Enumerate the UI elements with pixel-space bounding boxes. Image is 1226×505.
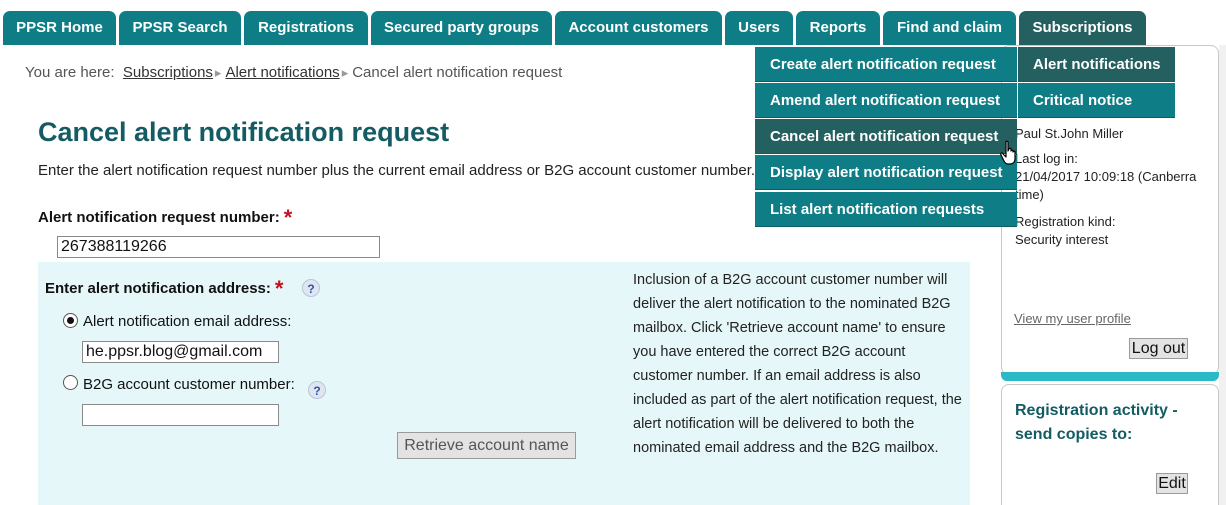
registration-activity-heading: Registration activity - send copies to:	[1015, 402, 1178, 443]
tab-ppsr-home[interactable]: PPSR Home	[3, 11, 116, 45]
tab-ppsr-search[interactable]: PPSR Search	[119, 11, 241, 45]
tab-reports[interactable]: Reports	[796, 11, 880, 45]
scrollbar[interactable]	[1219, 45, 1226, 505]
email-address-input[interactable]	[82, 341, 279, 363]
question-mark-icon[interactable]: ?	[302, 279, 320, 297]
menu-item-amend-alert-request[interactable]: Amend alert notification request	[755, 83, 1017, 118]
tab-registrations[interactable]: Registrations	[244, 11, 368, 45]
request-number-input[interactable]	[57, 236, 380, 258]
tab-find-and-claim[interactable]: Find and claim	[883, 11, 1016, 45]
tab-account-customers[interactable]: Account customers	[555, 11, 722, 45]
b2g-customer-number-radio[interactable]	[63, 375, 78, 390]
retrieve-account-name-button[interactable]: Retrieve account name	[397, 432, 576, 459]
view-user-profile-link[interactable]: View my user profile	[1014, 311, 1131, 326]
alert-address-label: Enter alert notification address: *	[45, 276, 284, 301]
user-name: Paul St.John Miller	[1015, 126, 1124, 141]
b2g-info-text: Inclusion of a B2G account customer numb…	[633, 272, 962, 456]
required-marker: *	[274, 276, 284, 301]
menu-item-cancel-alert-request[interactable]: Cancel alert notification request	[755, 119, 1017, 154]
user-panel-footer	[1001, 372, 1219, 381]
menu-item-critical-notice[interactable]: Critical notice	[1018, 83, 1175, 118]
b2g-customer-number-input[interactable]	[82, 404, 279, 426]
email-address-radio[interactable]	[63, 313, 78, 328]
required-marker: *	[283, 205, 293, 230]
intro-text: Enter the alert notification request num…	[38, 162, 756, 179]
b2g-customer-number-label: B2G account customer number:	[83, 376, 295, 393]
tab-users[interactable]: Users	[725, 11, 793, 45]
breadcrumb-prefix: You are here:	[25, 64, 115, 81]
registration-kind-label: Registration kind:	[1015, 214, 1116, 229]
page-title: Cancel alert notification request	[38, 117, 450, 147]
hand-pointer-icon	[1000, 140, 1016, 165]
breadcrumb-current: Cancel alert notification request	[352, 64, 563, 81]
menu-item-list-alert-requests[interactable]: List alert notification requests	[755, 192, 1017, 227]
breadcrumb-subscriptions-link[interactable]: Subscriptions	[123, 64, 213, 81]
last-login-value: 21/04/2017 10:09:18 (Canberra time)	[1015, 169, 1197, 202]
tab-subscriptions[interactable]: Subscriptions	[1019, 11, 1146, 45]
question-mark-icon[interactable]: ?	[308, 381, 326, 399]
registration-kind-value: Security interest	[1015, 232, 1109, 247]
menu-item-display-alert-request[interactable]: Display alert notification request	[755, 155, 1017, 190]
edit-button[interactable]: Edit	[1156, 473, 1188, 494]
email-address-label: Alert notification email address:	[83, 313, 292, 330]
menu-item-create-alert-request[interactable]: Create alert notification request	[755, 47, 1017, 82]
menu-item-alert-notifications[interactable]: Alert notifications	[1018, 47, 1175, 82]
chevron-right-icon: ▸	[341, 65, 349, 80]
logout-button[interactable]: Log out	[1129, 338, 1188, 359]
last-login-label: Last log in:	[1015, 151, 1078, 166]
top-navigation: PPSR Home PPSR Search Registrations Secu…	[0, 0, 1226, 45]
request-number-label: Alert notification request number: *	[38, 205, 293, 230]
chevron-right-icon: ▸	[214, 65, 222, 80]
tab-secured-party-groups[interactable]: Secured party groups	[371, 11, 552, 45]
breadcrumb-alert-notifications-link[interactable]: Alert notifications	[225, 64, 339, 81]
breadcrumb: You are here: Subscriptions ▸ Alert notifi…	[25, 64, 562, 81]
